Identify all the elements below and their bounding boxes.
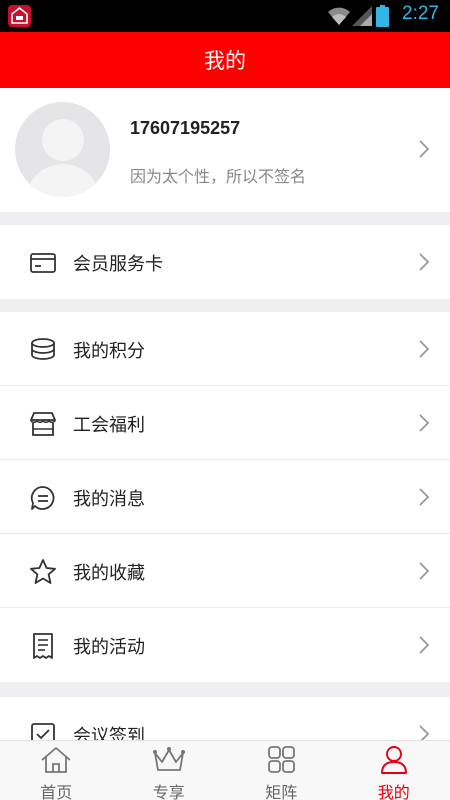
chevron-right-icon bbox=[419, 340, 430, 358]
chevron-right-icon bbox=[419, 636, 430, 654]
store-icon bbox=[30, 412, 56, 436]
menu-item-member-card[interactable]: 会员服务卡 bbox=[0, 225, 450, 299]
tab-matrix[interactable]: 矩阵 bbox=[225, 741, 338, 800]
star-icon bbox=[30, 559, 56, 584]
checkin-icon bbox=[31, 723, 55, 740]
page-title: 我的 bbox=[204, 49, 246, 73]
grid-icon bbox=[268, 746, 296, 773]
chevron-right-icon bbox=[419, 488, 430, 506]
tab-label: 专享 bbox=[152, 783, 185, 800]
tab-mine[interactable]: 我的 bbox=[338, 741, 450, 800]
menu-item-label: 会员服务卡 bbox=[73, 254, 163, 275]
menu-item-label: 我的积分 bbox=[73, 341, 145, 362]
chevron-right-icon bbox=[419, 414, 430, 432]
wifi-icon bbox=[328, 7, 350, 25]
profile-card[interactable]: 17607195257 因为太个性，所以不签名 bbox=[0, 88, 450, 212]
status-bar: 2:27 bbox=[0, 0, 450, 32]
menu-item-activities[interactable]: 我的活动 bbox=[0, 608, 450, 682]
avatar-head-shape bbox=[42, 119, 84, 161]
menu-item-points[interactable]: 我的积分 bbox=[0, 312, 450, 386]
tab-label: 矩阵 bbox=[265, 783, 298, 800]
menu-section-member: 会员服务卡 bbox=[0, 225, 450, 299]
tab-exclusive[interactable]: 专享 bbox=[113, 741, 226, 800]
app-notification-icon bbox=[8, 5, 31, 27]
chevron-right-icon bbox=[419, 140, 430, 158]
tab-home[interactable]: 首页 bbox=[0, 741, 113, 800]
menu-item-union-welfare[interactable]: 工会福利 bbox=[0, 386, 450, 460]
user-icon bbox=[380, 746, 407, 774]
menu-item-label: 工会福利 bbox=[73, 415, 145, 436]
status-clock: 2:27 bbox=[402, 3, 439, 24]
menu-item-label: 我的收藏 bbox=[73, 563, 145, 584]
receipt-icon bbox=[33, 633, 53, 659]
chevron-right-icon bbox=[419, 562, 430, 580]
chevron-right-icon bbox=[419, 253, 430, 271]
crown-icon bbox=[152, 747, 185, 771]
card-icon bbox=[30, 253, 56, 273]
title-bar: 我的 bbox=[0, 32, 450, 88]
home-icon bbox=[41, 747, 71, 773]
chevron-right-icon bbox=[419, 725, 430, 740]
user-signature: 因为太个性，所以不签名 bbox=[130, 167, 307, 186]
menu-item-label: 会议签到 bbox=[73, 726, 145, 740]
menu-section-main: 我的积分 工会福利 我的消息 我的收藏 我的活动 bbox=[0, 312, 450, 682]
message-icon bbox=[30, 486, 55, 510]
battery-icon bbox=[376, 5, 389, 27]
user-phone: 17607195257 bbox=[130, 118, 241, 138]
menu-section-meeting: 会议签到 bbox=[0, 697, 450, 740]
tab-label: 我的 bbox=[377, 783, 410, 800]
avatar[interactable] bbox=[15, 102, 110, 197]
menu-item-favorites[interactable]: 我的收藏 bbox=[0, 534, 450, 608]
avatar-body-shape bbox=[25, 164, 101, 197]
tab-label: 首页 bbox=[40, 783, 73, 800]
bottom-tab-bar: 首页 专享 矩阵 我的 bbox=[0, 740, 450, 800]
menu-item-label: 我的活动 bbox=[73, 637, 145, 658]
coins-icon bbox=[31, 338, 55, 360]
signal-icon bbox=[352, 6, 372, 26]
menu-item-meeting-checkin[interactable]: 会议签到 bbox=[0, 697, 450, 740]
menu-item-label: 我的消息 bbox=[73, 489, 145, 510]
menu-item-messages[interactable]: 我的消息 bbox=[0, 460, 450, 534]
